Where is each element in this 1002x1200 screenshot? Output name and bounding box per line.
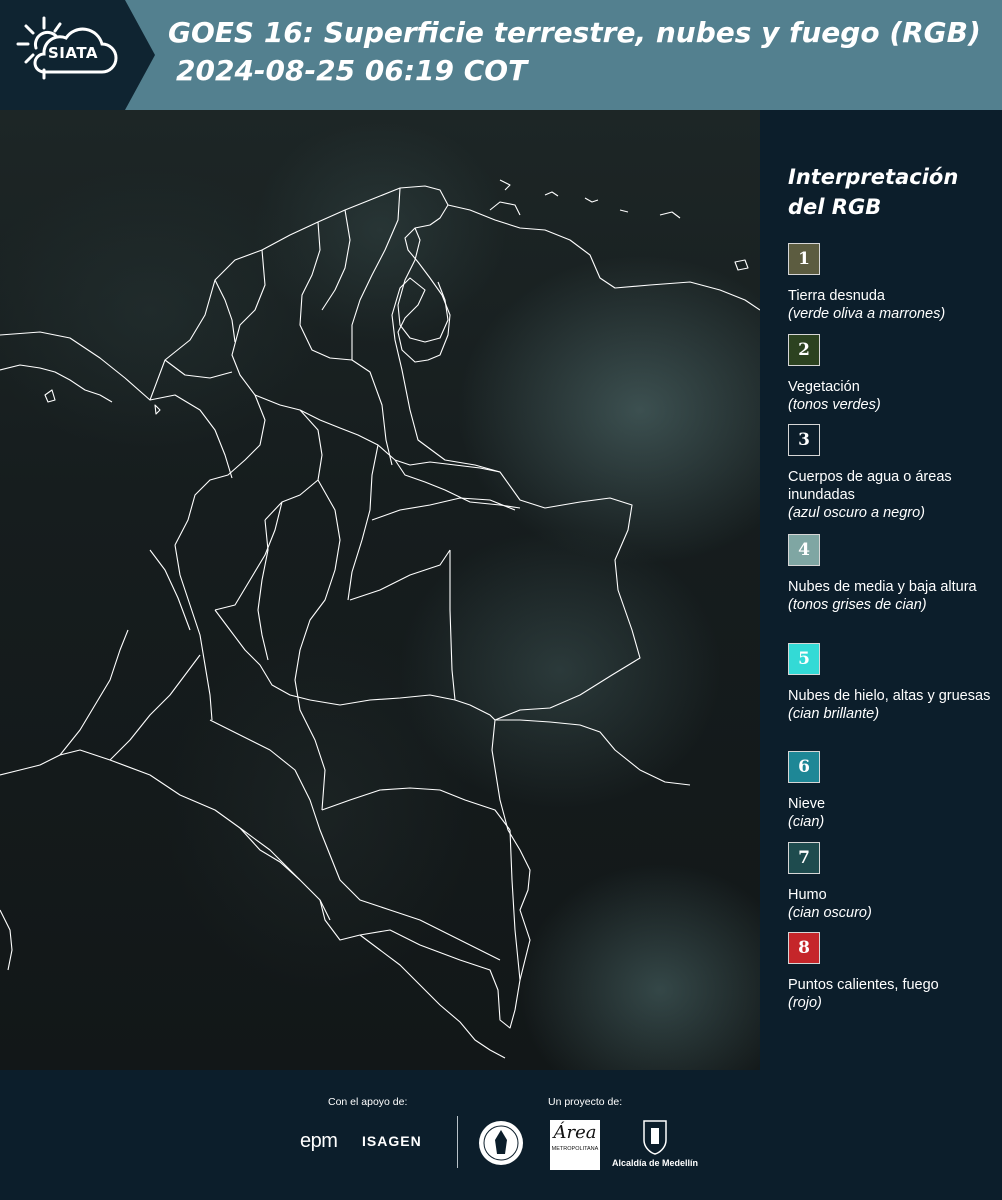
boundary-lines [0, 179, 760, 1059]
legend-item-sub: (azul oscuro a negro) [788, 505, 926, 521]
epm-logo: epm [300, 1130, 338, 1152]
legend-item-sub: (cian brillante) [788, 706, 880, 722]
legend-item-label: Nubes de hielo, altas y gruesas [788, 688, 991, 704]
legend-item-sub: (verde oliva a marrones) [788, 306, 946, 322]
satellite-map[interactable] [0, 110, 760, 1070]
siata-logo-text: SIATA [48, 44, 99, 62]
legend-title-line-2: del RGB [788, 195, 882, 219]
legend-swatch: 7 [788, 842, 820, 874]
legend-item-label: Cuerpos de agua o áreas inundadas [788, 469, 952, 503]
legend-item-smoke: 7 Humo (cian oscuro) [788, 842, 998, 922]
legend-item-snow: 6 Nieve (cian) [788, 751, 998, 831]
isagen-logo: ISAGEN [362, 1133, 422, 1149]
legend-panel: Interpretación del RGB 1 Tierra desnuda … [760, 110, 1002, 1070]
legend-swatch: 6 [788, 751, 820, 783]
seal-icon [479, 1121, 523, 1165]
footer-divider [457, 1116, 458, 1168]
legend-item-fire: 8 Puntos calientes, fuego (rojo) [788, 932, 998, 1012]
legend-item-sub: (cian oscuro) [788, 905, 872, 921]
legend-item-label: Nubes de media y baja altura [788, 579, 977, 595]
legend-item-label: Humo [788, 887, 827, 903]
legend-item-sub: (cian) [788, 814, 825, 830]
legend-swatch: 5 [788, 643, 820, 675]
siata-logo: SIATA [0, 0, 155, 110]
legend-item-bare-soil: 1 Tierra desnuda (verde oliva a marrones… [788, 243, 998, 323]
alcaldia-logo-text: Alcaldía de Medellín [612, 1158, 699, 1168]
area-logo-small: METROPOLITANA [551, 1146, 599, 1152]
legend-item-sub: (tonos verdes) [788, 397, 881, 413]
legend-item-label: Tierra desnuda [788, 288, 885, 304]
footer: Con el apoyo de: Un proyecto de: epm ISA… [0, 1070, 1002, 1200]
legend-title-line-1: Interpretación [788, 165, 959, 189]
legend-item-vegetation: 2 Vegetación (tonos verdes) [788, 334, 998, 414]
legend-swatch: 1 [788, 243, 820, 275]
page-title: GOES 16: Superficie terrestre, nubes y f… [168, 14, 981, 90]
area-logo-big: Área [553, 1122, 597, 1143]
legend-item-label: Puntos calientes, fuego [788, 977, 939, 993]
legend-swatch: 3 [788, 424, 820, 456]
legend-item-ice-clouds: 5 Nubes de hielo, altas y gruesas (cian … [788, 643, 998, 723]
project-label: Un proyecto de: [548, 1096, 623, 1108]
legend-item-sub: (rojo) [788, 995, 822, 1011]
legend-item-sub: (tonos grises de cian) [788, 597, 927, 613]
area-metropolitana-logo: Área METROPOLITANA [550, 1120, 600, 1170]
title-line-1: GOES 16: Superficie terrestre, nubes y f… [168, 16, 981, 49]
legend-item-low-clouds: 4 Nubes de media y baja altura (tonos gr… [788, 534, 998, 614]
alcaldia-shield-icon [643, 1120, 667, 1155]
title-line-2: 2024-08-25 06:19 COT [176, 54, 528, 87]
legend-swatch: 4 [788, 534, 820, 566]
legend-swatch: 8 [788, 932, 820, 964]
legend-item-water: 3 Cuerpos de agua o áreas inundadas (azu… [788, 424, 998, 522]
legend-swatch: 2 [788, 334, 820, 366]
support-label: Con el apoyo de: [328, 1096, 408, 1108]
legend-item-label: Vegetación [788, 379, 860, 395]
header-bar: SIATA GOES 16: Superficie terrestre, nub… [0, 0, 1002, 110]
legend-item-label: Nieve [788, 796, 826, 812]
legend-title: Interpretación del RGB [788, 162, 988, 222]
